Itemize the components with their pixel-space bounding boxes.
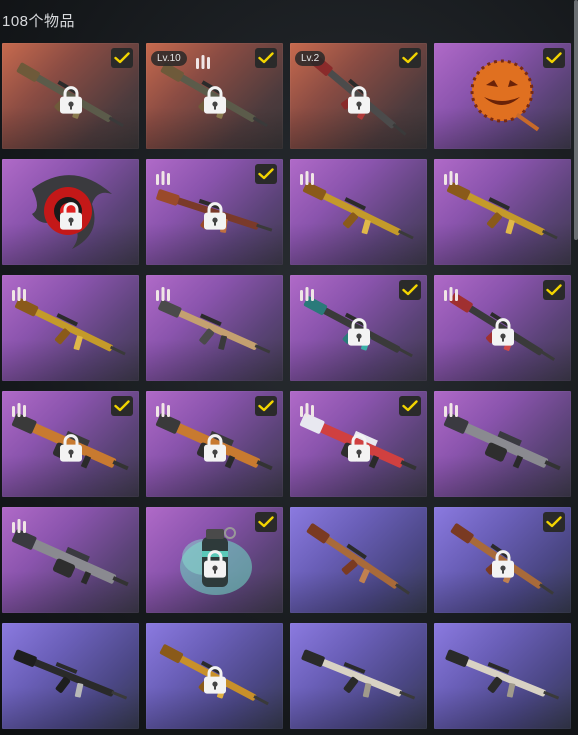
inventory-item-card[interactable] bbox=[290, 507, 427, 613]
checkmark-icon[interactable] bbox=[255, 164, 277, 184]
inventory-item-card[interactable] bbox=[2, 159, 139, 265]
lock-icon bbox=[346, 85, 372, 115]
inventory-item-card[interactable] bbox=[434, 275, 571, 381]
bolt-rifle-icon bbox=[290, 507, 427, 613]
ammo-icon bbox=[298, 400, 316, 418]
level-badge: Lv.10 bbox=[151, 51, 187, 66]
checkmark-icon[interactable] bbox=[399, 48, 421, 68]
inventory-grid: Lv.10 Lv.2 bbox=[2, 43, 571, 729]
checkmark-icon[interactable] bbox=[543, 512, 565, 532]
ammo-icon bbox=[10, 516, 28, 534]
inventory-item-card[interactable] bbox=[290, 159, 427, 265]
inventory-item-card[interactable] bbox=[2, 43, 139, 149]
inventory-item-card[interactable] bbox=[434, 159, 571, 265]
lock-icon bbox=[202, 85, 228, 115]
lock-icon bbox=[202, 549, 228, 579]
inventory-item-card[interactable] bbox=[146, 507, 283, 613]
ammo-icon bbox=[154, 400, 172, 418]
ammo-icon bbox=[10, 400, 28, 418]
ammo-icon bbox=[194, 52, 212, 70]
inventory-item-card[interactable] bbox=[2, 507, 139, 613]
inventory-item-card[interactable] bbox=[434, 391, 571, 497]
ammo-icon bbox=[154, 168, 172, 186]
inventory-item-card[interactable] bbox=[2, 623, 139, 729]
lock-icon bbox=[58, 201, 84, 231]
checkmark-icon[interactable] bbox=[543, 280, 565, 300]
inventory-item-card[interactable] bbox=[290, 275, 427, 381]
inventory-item-card[interactable] bbox=[146, 275, 283, 381]
inventory-item-card[interactable] bbox=[146, 623, 283, 729]
inventory-item-card[interactable] bbox=[2, 391, 139, 497]
checkmark-icon[interactable] bbox=[255, 512, 277, 532]
lock-icon bbox=[346, 433, 372, 463]
checkmark-icon[interactable] bbox=[399, 280, 421, 300]
inventory-item-card[interactable] bbox=[290, 391, 427, 497]
checkmark-icon[interactable] bbox=[111, 396, 133, 416]
shotgun-icon bbox=[434, 623, 571, 729]
level-badge: Lv.2 bbox=[295, 51, 326, 66]
inventory-item-card[interactable]: Lv.2 bbox=[290, 43, 427, 149]
inventory-item-card[interactable] bbox=[2, 275, 139, 381]
assault-rifle-icon bbox=[2, 623, 139, 729]
checkmark-icon[interactable] bbox=[543, 48, 565, 68]
checkmark-icon[interactable] bbox=[255, 396, 277, 416]
inventory-item-card[interactable]: Lv.10 bbox=[146, 43, 283, 149]
lock-icon bbox=[202, 433, 228, 463]
lock-icon bbox=[58, 433, 84, 463]
checkmark-icon[interactable] bbox=[111, 48, 133, 68]
inventory-item-card[interactable] bbox=[434, 507, 571, 613]
lock-icon bbox=[202, 201, 228, 231]
ammo-icon bbox=[298, 168, 316, 186]
inventory-item-card[interactable] bbox=[434, 43, 571, 149]
checkmark-icon[interactable] bbox=[255, 48, 277, 68]
inventory-item-card[interactable] bbox=[434, 623, 571, 729]
lock-icon bbox=[58, 85, 84, 115]
ammo-icon bbox=[442, 168, 460, 186]
ammo-icon bbox=[442, 400, 460, 418]
inventory-item-card[interactable] bbox=[146, 391, 283, 497]
checkmark-icon[interactable] bbox=[399, 396, 421, 416]
lock-icon bbox=[346, 317, 372, 347]
ammo-icon bbox=[10, 284, 28, 302]
ammo-icon bbox=[442, 284, 460, 302]
inventory-item-card[interactable] bbox=[146, 159, 283, 265]
ammo-icon bbox=[154, 284, 172, 302]
shotgun-icon bbox=[290, 623, 427, 729]
scrollbar[interactable] bbox=[574, 0, 578, 240]
lock-icon bbox=[490, 549, 516, 579]
inventory-item-card[interactable] bbox=[290, 623, 427, 729]
ammo-icon bbox=[298, 284, 316, 302]
item-count-title: 108个物品 bbox=[2, 13, 76, 30]
lock-icon bbox=[490, 317, 516, 347]
lock-icon bbox=[202, 665, 228, 695]
